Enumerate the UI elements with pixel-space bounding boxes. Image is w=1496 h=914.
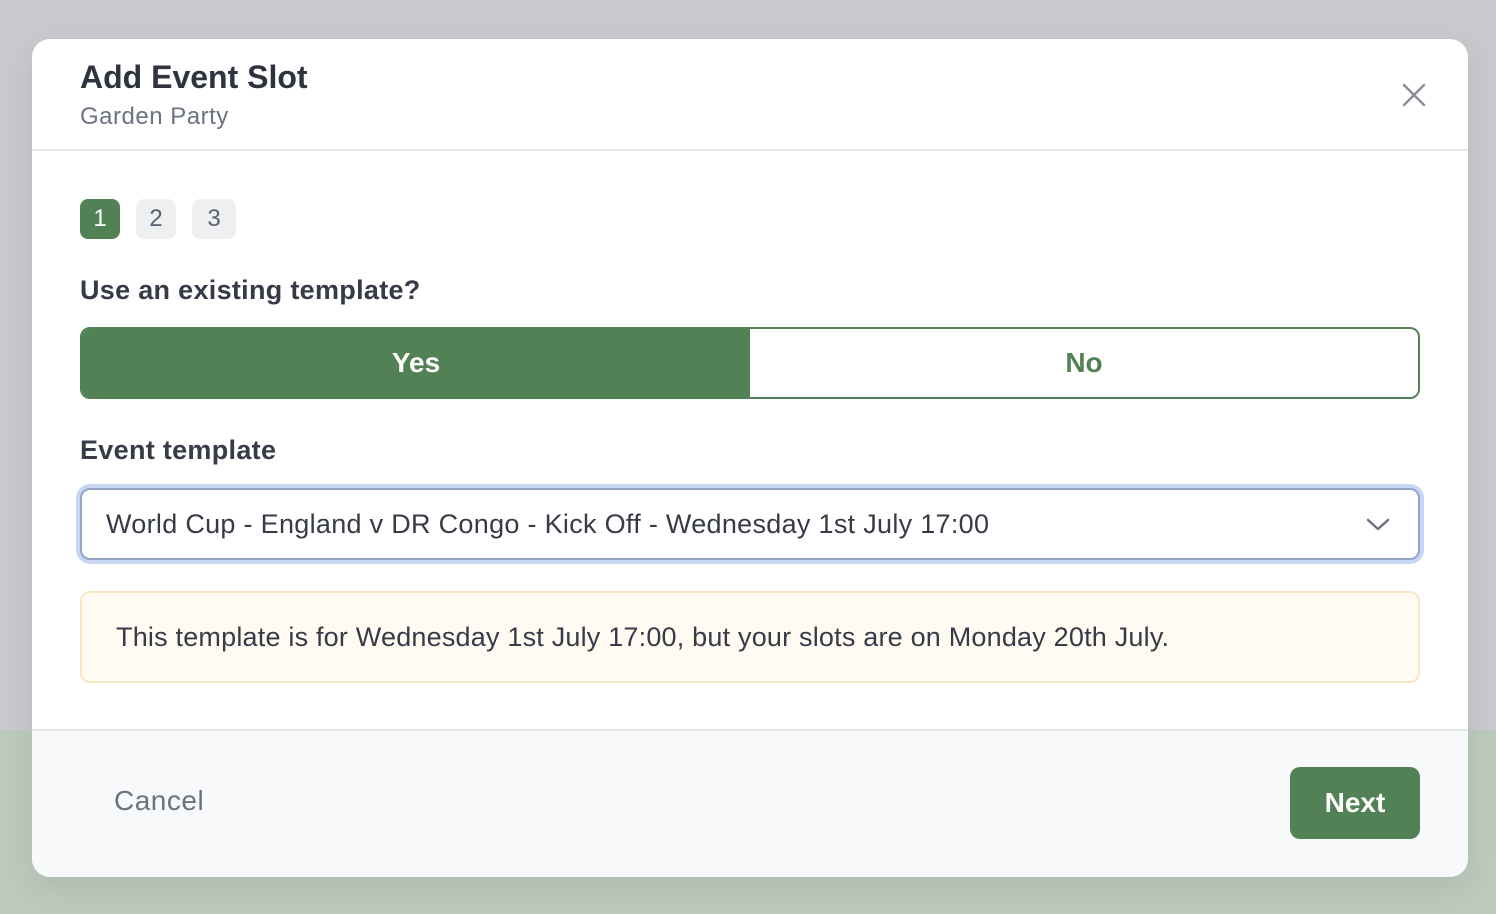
modal-footer: Cancel Next (32, 729, 1468, 877)
notice-text: This template is for Wednesday 1st July … (116, 621, 1170, 652)
next-button[interactable]: Next (1290, 767, 1420, 839)
add-event-slot-modal: Add Event Slot Garden Party 1 2 3 Use an… (32, 39, 1468, 877)
event-template-label: Event template (80, 435, 277, 465)
step-2[interactable]: 2 (136, 199, 176, 239)
step-indicator: 1 2 3 (80, 199, 236, 239)
step-3[interactable]: 3 (192, 199, 236, 239)
modal-body: 1 2 3 Use an existing template? Yes No E… (32, 151, 1468, 731)
template-question-label: Use an existing template? (80, 275, 421, 305)
close-button[interactable] (1398, 79, 1430, 111)
no-option[interactable]: No (750, 329, 1418, 397)
chevron-down-icon (1366, 518, 1390, 531)
template-toggle: Yes No (80, 327, 1420, 399)
event-template-value: World Cup - England v DR Congo - Kick Of… (106, 508, 990, 539)
modal-title: Add Event Slot (80, 59, 308, 95)
close-icon (1402, 83, 1426, 107)
step-1[interactable]: 1 (80, 199, 120, 239)
modal-header: Add Event Slot Garden Party (32, 39, 1468, 151)
cancel-button[interactable]: Cancel (114, 785, 204, 817)
yes-option[interactable]: Yes (82, 329, 750, 397)
modal-subtitle: Garden Party (80, 103, 229, 130)
template-date-notice: This template is for Wednesday 1st July … (80, 591, 1420, 683)
event-template-select[interactable]: World Cup - England v DR Congo - Kick Of… (80, 488, 1420, 560)
